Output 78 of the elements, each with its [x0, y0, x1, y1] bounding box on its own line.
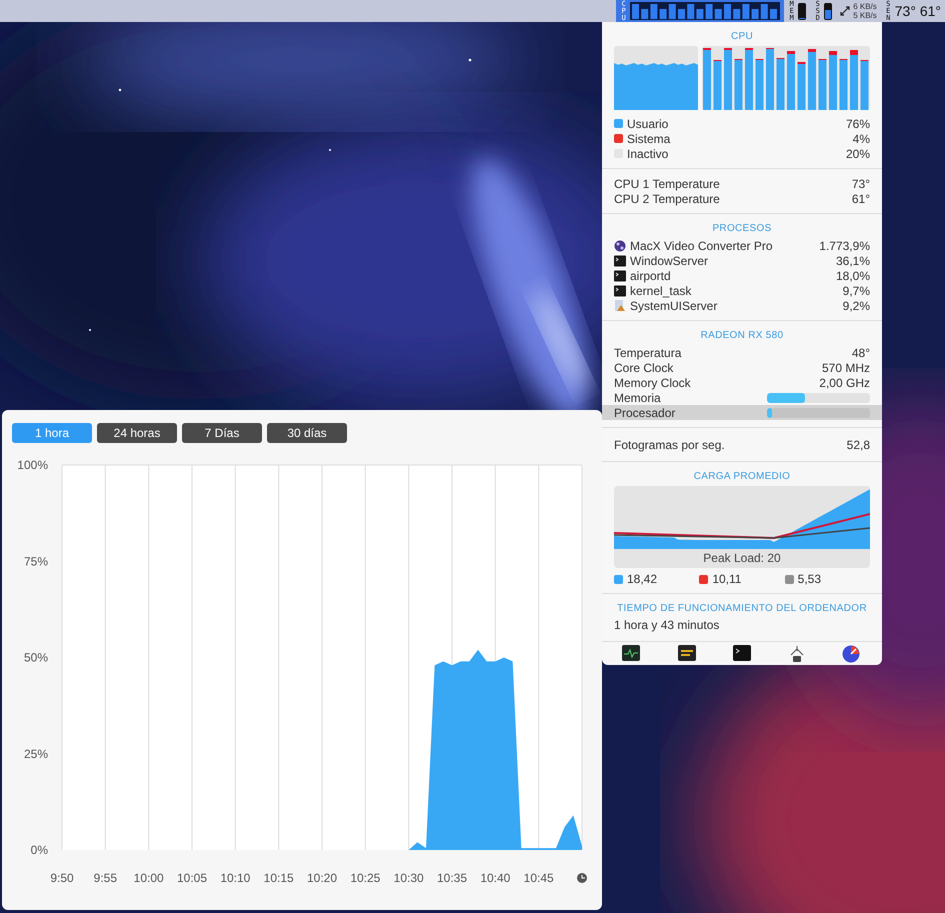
axis-label: 10:45 [524, 871, 554, 885]
usage-meter [798, 2, 806, 20]
scale-icon[interactable] [788, 645, 804, 663]
clock-icon [577, 873, 587, 883]
gpu-label: Procesador [614, 406, 676, 420]
highlighted-row[interactable]: Procesador [602, 405, 882, 420]
axis-label: 25% [24, 746, 48, 761]
process-usage: 9,2% [842, 298, 870, 312]
gpu-label: Memory Clock [614, 376, 691, 390]
range-tab[interactable]: 24 horas [97, 423, 177, 443]
legend-value: 76% [846, 116, 870, 130]
sensor-value: 61° [852, 192, 870, 206]
gpu-value: 2,00 GHz [819, 376, 870, 390]
gpu-label: Temperatura [614, 346, 682, 360]
uptime-value: 1 hora y 43 minutos [613, 618, 720, 634]
legend-label: Inactivo [627, 146, 668, 160]
process-name: WindowServer [630, 254, 708, 268]
activity-monitor-icon[interactable] [622, 645, 640, 661]
axis-label: 10:15 [264, 871, 294, 885]
gpu-label: Memoria [614, 390, 661, 404]
load-value: 18,42 [627, 572, 658, 586]
axis-label: 75% [24, 554, 48, 568]
process-usage: 1.773,9% [819, 238, 870, 252]
range-tab[interactable]: 7 Días [182, 423, 262, 443]
axis-label: 0% [30, 843, 48, 857]
process-usage: 18,0% [836, 268, 870, 282]
section-title: RADEON RX 580 [700, 330, 784, 341]
section-title: PROCESOS [711, 223, 773, 234]
axis-label: 10:40 [480, 871, 510, 885]
axis-label: 10:30 [394, 871, 424, 885]
axis-label: 10:00 [134, 871, 164, 885]
section-title: CPU [730, 31, 754, 42]
axis-label: 10:25 [350, 871, 380, 885]
process-usage: 9,7% [842, 284, 870, 298]
axis-label: 10:05 [176, 871, 208, 885]
console-icon[interactable] [678, 645, 696, 661]
legend-label: Sistema [627, 132, 670, 146]
sensor-label: CPU 2 Temperature [614, 192, 720, 206]
legend-label: Usuario [627, 116, 668, 130]
load-value: 10,11 [712, 572, 742, 586]
load-value: 5,53 [798, 572, 822, 586]
transfer-arrows-icon [840, 5, 850, 17]
axis-label: 10:10 [220, 871, 250, 885]
terminal-icon [614, 270, 626, 282]
fps-value: 52,8 [846, 438, 870, 452]
film-reel-icon [614, 240, 626, 252]
legend-value: 4% [852, 132, 870, 146]
fps-label: Fotogramas por seg. [614, 438, 725, 452]
gpu-value: 570 MHz [822, 360, 870, 374]
axis-label: 50% [24, 650, 48, 664]
peak-load-label: Peak Load: 20 [702, 550, 782, 567]
axis-label: 10:20 [306, 871, 338, 885]
sensor-value: 73° [852, 176, 870, 190]
temperature-reading: 73° 61° [894, 3, 941, 19]
gauge-icon[interactable] [842, 645, 860, 663]
terminal-icon[interactable] [733, 645, 751, 661]
upload-speed: 6 KB/s [853, 2, 877, 11]
axis-label: 9:55 [94, 871, 118, 885]
document-icon [614, 300, 626, 312]
process-name: SystemUIServer [630, 298, 718, 312]
sensor-label: CPU 1 Temperature [614, 176, 720, 190]
section-title: TIEMPO DE FUNCIONAMIENTO DEL ORDENADOR [616, 603, 868, 614]
terminal-icon [614, 284, 626, 296]
gpu-value: 48° [852, 346, 870, 360]
range-tab[interactable]: 30 días [267, 423, 347, 443]
axis-label: 100% [17, 458, 48, 472]
usage-meter [824, 2, 832, 20]
axis-label: 9:50 [50, 871, 74, 885]
process-name: airportd [630, 268, 671, 282]
download-speed: 5 KB/s [853, 11, 877, 20]
process-usage: 36,1% [836, 254, 870, 268]
legend-value: 20% [846, 146, 870, 160]
axis-label: 10:35 [436, 871, 468, 885]
gpu-label: Core Clock [614, 360, 674, 374]
terminal-icon [614, 254, 626, 266]
process-name: MacX Video Converter Pro [630, 238, 773, 252]
process-name: kernel_task [630, 284, 692, 298]
section-title: CARGA PROMEDIO [692, 471, 792, 482]
